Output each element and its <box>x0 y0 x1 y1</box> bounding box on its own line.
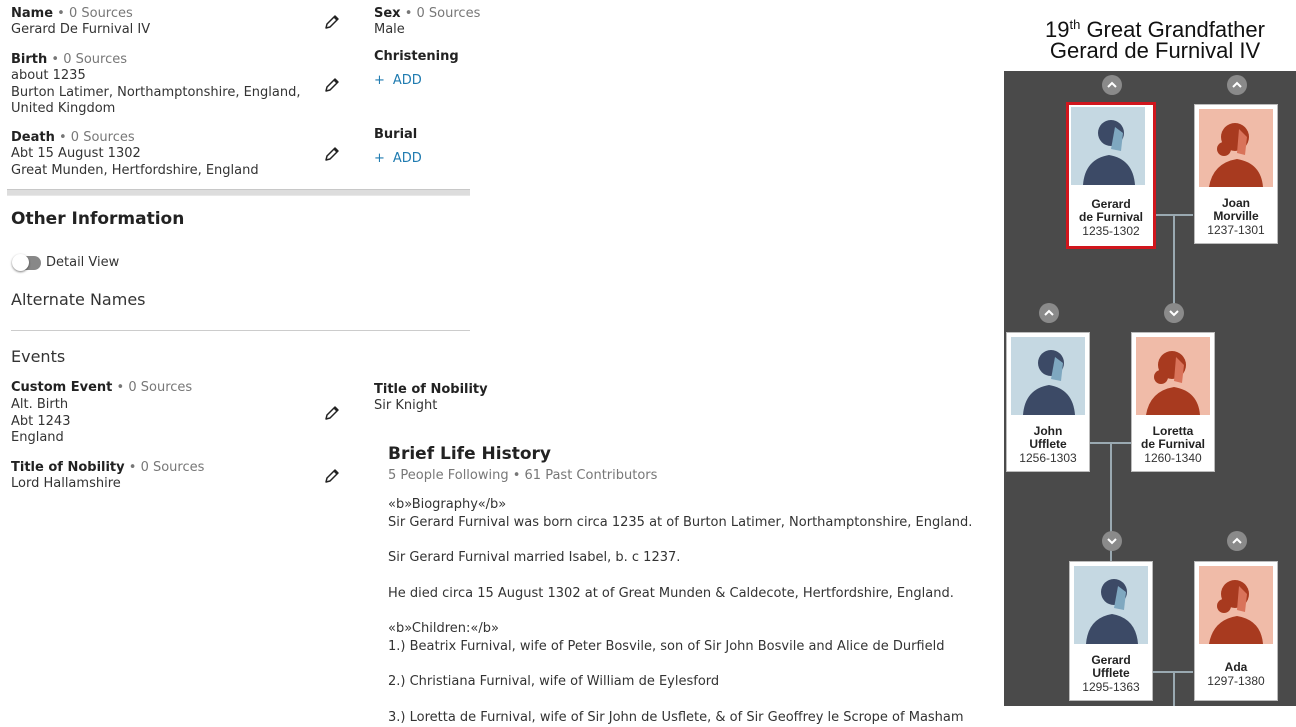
person-last-name: de Furnival <box>1078 210 1143 224</box>
christening-heading: Christening <box>374 49 459 64</box>
person-first-name: Ada <box>1224 660 1248 674</box>
title-of-nobility-right-value: Sir Knight <box>374 398 438 413</box>
relationship-tree-panel: Gerard de Furnival 1235-1302 Joan Morville 1… <box>1004 71 1296 706</box>
expand-down-icon[interactable] <box>1102 531 1122 551</box>
person-years: 1237-1301 <box>1207 223 1265 237</box>
person-card-john-ufflete[interactable]: John Ufflete 1256-1303 <box>1006 332 1090 472</box>
person-first-name: Joan <box>1221 196 1250 210</box>
detail-view-label: Detail View <box>46 255 120 270</box>
female-avatar-icon <box>1136 337 1210 415</box>
title-of-nobility-heading: Title of Nobility • 0 Sources <box>11 460 205 475</box>
edit-birth-pencil-icon[interactable] <box>323 76 341 94</box>
sex-heading: Sex • 0 Sources <box>374 6 481 21</box>
descent-line <box>1110 442 1112 571</box>
expand-up-icon[interactable] <box>1102 75 1122 95</box>
sex-value: Male <box>374 22 405 37</box>
plus-icon: + <box>374 151 385 166</box>
person-first-name: John <box>1033 424 1063 438</box>
bio-line: He died circa 15 August 1302 at of Great… <box>388 585 954 601</box>
descent-line <box>1173 214 1175 311</box>
person-first-name: Loretta <box>1152 424 1194 438</box>
person-card-gerard-ufflete[interactable]: Gerard Ufflete 1295-1363 <box>1069 561 1153 701</box>
detail-view-toggle[interactable] <box>12 254 41 271</box>
edit-title-of-nobility-pencil-icon[interactable] <box>323 467 341 485</box>
brief-life-history-title: Brief Life History <box>388 444 551 464</box>
plus-icon: + <box>374 73 385 88</box>
person-years: 1260-1340 <box>1144 451 1202 465</box>
expand-up-icon[interactable] <box>1227 531 1247 551</box>
person-last-name: Ufflete <box>1092 666 1130 680</box>
divider <box>11 330 470 331</box>
bio-line: 1.) Beatrix Furnival, wife of Peter Bosv… <box>388 638 945 654</box>
female-avatar-icon <box>1199 566 1273 644</box>
person-last-name: Morville <box>1213 209 1259 223</box>
person-name-title: Gerard de Furnival IV <box>1049 38 1261 63</box>
descent-line <box>1173 671 1175 706</box>
person-card-joan-morville[interactable]: Joan Morville 1237-1301 <box>1194 104 1278 244</box>
person-years: 1235-1302 <box>1082 224 1140 238</box>
bio-line: 2.) Christiana Furnival, wife of William… <box>388 674 720 689</box>
other-information-title: Other Information <box>11 209 185 229</box>
section-divider <box>7 189 470 196</box>
biography-text: «b»Biography«/b» Sir Gerard Furnival was… <box>388 496 988 726</box>
person-years: 1297-1380 <box>1207 674 1265 688</box>
custom-event-heading: Custom Event • 0 Sources <box>11 380 193 395</box>
expand-down-icon[interactable] <box>1164 303 1184 323</box>
alternate-names-heading[interactable]: Alternate Names <box>11 290 146 309</box>
male-avatar-icon <box>1011 337 1085 415</box>
male-avatar-icon <box>1074 566 1148 644</box>
person-first-name: Gerard <box>1091 653 1131 667</box>
person-last-name: Ufflete <box>1029 437 1067 451</box>
expand-up-icon[interactable] <box>1039 303 1059 323</box>
person-years: 1256-1303 <box>1019 451 1077 465</box>
bio-line: «b»Biography«/b» <box>388 497 507 512</box>
person-years: 1295-1363 <box>1082 680 1140 694</box>
male-avatar-icon <box>1071 107 1145 185</box>
christening-add-button[interactable]: + ADD <box>374 73 422 88</box>
toggle-knob <box>12 254 29 271</box>
events-heading: Events <box>11 347 66 366</box>
edit-custom-event-pencil-icon[interactable] <box>323 404 341 422</box>
title-of-nobility-right-heading: Title of Nobility <box>374 382 488 397</box>
history-meta: 5 People Following • 61 Past Contributor… <box>388 468 658 483</box>
birth-value: about 1235 Burton Latimer, Northamptonsh… <box>11 68 301 116</box>
person-first-name: Gerard <box>1091 197 1131 211</box>
title-of-nobility-value: Lord Hallamshire <box>11 476 121 491</box>
death-value: Abt 15 August 1302 Great Munden, Hertfor… <box>11 146 259 178</box>
person-card-loretta-de-furnival[interactable]: Loretta de Furnival 1260-1340 <box>1131 332 1215 472</box>
name-heading: Name • 0 Sources <box>11 6 133 21</box>
bio-line: Sir Gerard Furnival was born circa 1235 … <box>388 514 973 530</box>
person-card-ada[interactable]: Ada 1297-1380 <box>1194 561 1278 701</box>
burial-heading: Burial <box>374 127 418 142</box>
female-avatar-icon <box>1199 109 1273 187</box>
edit-name-pencil-icon[interactable] <box>323 13 341 31</box>
name-value: Gerard De Furnival IV <box>11 22 151 37</box>
death-heading: Death • 0 Sources <box>11 130 135 145</box>
bio-line: 3.) Loretta de Furnival, wife of Sir Joh… <box>388 709 964 725</box>
birth-heading: Birth • 0 Sources <box>11 52 128 67</box>
edit-death-pencil-icon[interactable] <box>323 145 341 163</box>
bio-line: «b»Children:«/b» <box>388 621 499 636</box>
custom-event-value: Alt. Birth Abt 1243 England <box>11 397 71 445</box>
person-card-gerard-de-furnival[interactable]: Gerard de Furnival 1235-1302 <box>1066 102 1156 249</box>
person-last-name: de Furnival <box>1140 437 1205 451</box>
burial-add-button[interactable]: + ADD <box>374 151 422 166</box>
expand-up-icon[interactable] <box>1227 75 1247 95</box>
bio-line: Sir Gerard Furnival married Isabel, b. c… <box>388 550 681 565</box>
